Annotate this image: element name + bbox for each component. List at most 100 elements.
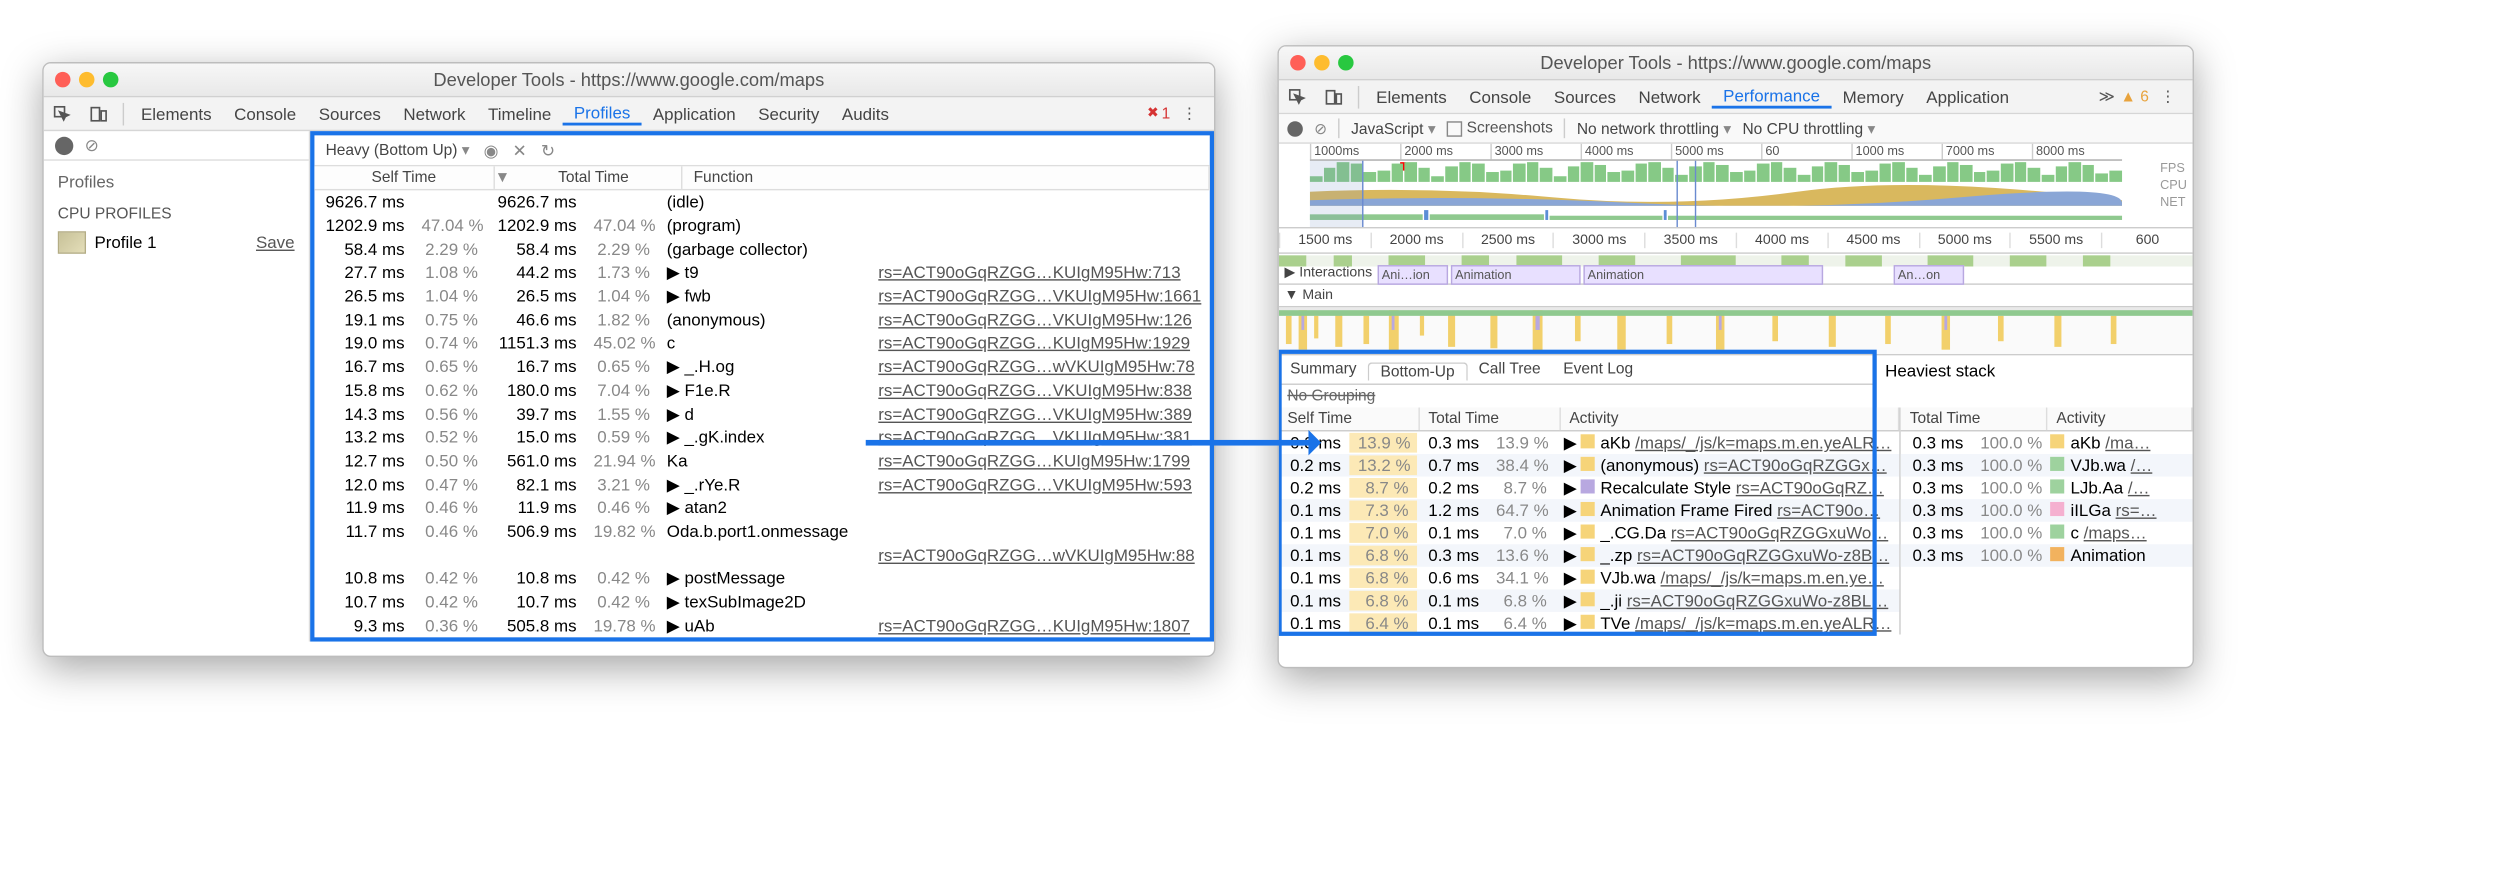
overview-selection-right[interactable] (1676, 161, 1696, 227)
table-row[interactable]: 12.7 ms0.50 %561.0 ms21.94 %Kars=ACT90oG… (314, 449, 1209, 473)
col-total-time[interactable]: Total Time (1901, 407, 2048, 430)
minimize-icon[interactable] (79, 72, 95, 88)
table-row[interactable]: 0.1 ms7.0 %0.1 ms7.0 %▶_.CG.Da rs=ACT90o… (1279, 522, 1900, 545)
clear-icon[interactable]: ⊘ (1314, 119, 1327, 137)
close-icon[interactable] (1290, 55, 1306, 71)
col-total-time[interactable]: Total Time (506, 166, 682, 189)
detail-tab-summary[interactable]: Summary (1279, 361, 1368, 378)
col-self-time[interactable]: Self Time (1279, 407, 1420, 430)
traffic-lights[interactable] (1290, 55, 1353, 71)
tab-console[interactable]: Console (1458, 87, 1543, 107)
maximize-icon[interactable] (1338, 55, 1354, 71)
device-mode-icon[interactable] (1316, 80, 1353, 112)
table-row[interactable]: 0.3 ms100.0 %LJb.Aa /… (1901, 477, 2192, 500)
tab-sources[interactable]: Sources (307, 104, 392, 124)
clear-icon[interactable]: ⊘ (85, 135, 99, 155)
tab-security[interactable]: Security (747, 104, 831, 124)
main-thread-label[interactable]: ▼ Main (1279, 285, 2193, 308)
cpu-throttle-select[interactable]: No CPU throttling (1742, 119, 1875, 137)
table-row[interactable]: 0.1 ms7.3 %1.2 ms64.7 %▶Animation Frame … (1279, 499, 1900, 522)
table-row[interactable]: 0.3 ms100.0 %VJb.wa /… (1901, 454, 2192, 477)
close-icon[interactable] (55, 72, 71, 88)
table-row[interactable]: 9626.7 ms9626.7 ms(idle) (314, 190, 1209, 214)
table-row[interactable]: 15.8 ms0.62 %180.0 ms7.04 %▶ F1e.Rrs=ACT… (314, 379, 1209, 403)
timeline-ruler[interactable]: 1500 ms2000 ms2500 ms3000 ms3500 ms4000 … (1279, 228, 2193, 253)
table-row[interactable]: 0.2 ms8.7 %0.2 ms8.7 %▶Recalculate Style… (1279, 477, 1900, 500)
detail-tab-event-log[interactable]: Event Log (1552, 361, 1644, 378)
table-row[interactable]: 0.3 ms13.9 %0.3 ms13.9 %▶aKb /maps/_/js/… (1279, 431, 1900, 454)
table-row[interactable]: 10.7 ms0.42 %10.7 ms0.42 %▶ texSubImage2… (314, 590, 1209, 614)
language-select[interactable]: JavaScript (1351, 119, 1436, 137)
view-mode-select[interactable]: Heavy (Bottom Up) (326, 141, 470, 159)
col-activity[interactable]: Activity (2048, 407, 2193, 430)
table-row[interactable]: 0.1 ms6.8 %0.3 ms13.6 %▶_.zp rs=ACT90oGq… (1279, 544, 1900, 567)
table-row[interactable]: 0.3 ms100.0 %iILGa rs=… (1901, 499, 2192, 522)
tab-sources[interactable]: Sources (1543, 87, 1628, 107)
tab-profiles[interactable]: Profiles (563, 102, 642, 125)
table-row[interactable]: 11.7 ms0.46 %506.9 ms19.82 %Oda.b.port1.… (314, 520, 1209, 544)
table-row[interactable]: 0.3 ms100.0 %aKb /ma… (1901, 431, 2192, 454)
table-row[interactable]: 11.9 ms0.46 %11.9 ms0.46 %▶ atan2 (314, 496, 1209, 520)
tab-elements[interactable]: Elements (1365, 87, 1458, 107)
warning-badge[interactable]: ▲ 6 (2121, 88, 2149, 105)
tab-application[interactable]: Application (1915, 87, 2020, 107)
table-row[interactable]: 0.3 ms100.0 %c /maps… (1901, 522, 2192, 545)
tab-audits[interactable]: Audits (831, 104, 901, 124)
grouping-select[interactable]: No Grouping (1279, 385, 1875, 408)
select-element-icon[interactable] (1279, 80, 1316, 112)
table-row[interactable]: 19.0 ms0.74 %1151.3 ms45.02 %crs=ACT90oG… (314, 332, 1209, 356)
more-icon[interactable]: ⋮ (1176, 104, 1203, 122)
device-mode-icon[interactable] (80, 97, 117, 129)
table-row[interactable]: 0.3 ms100.0 %Animation (1901, 544, 2192, 567)
tab-memory[interactable]: Memory (1831, 87, 1915, 107)
table-row[interactable]: 0.1 ms6.8 %0.1 ms6.8 %▶_.ji rs=ACT90oGqR… (1279, 589, 1900, 612)
tab-performance[interactable]: Performance (1712, 85, 1831, 108)
col-activity[interactable]: Activity (1561, 407, 1900, 430)
tab-network[interactable]: Network (392, 104, 477, 124)
tab-application[interactable]: Application (642, 104, 747, 124)
table-row[interactable]: 19.1 ms0.75 %46.6 ms1.82 %(anonymous)rs=… (314, 308, 1209, 332)
table-row[interactable]: 16.7 ms0.65 %16.7 ms0.65 %▶ _.H.ogrs=ACT… (314, 355, 1209, 379)
table-row[interactable]: 9.3 ms0.36 %505.8 ms19.78 %▶ uAbrs=ACT90… (314, 614, 1209, 638)
select-element-icon[interactable] (44, 97, 81, 129)
network-throttle-select[interactable]: No network throttling (1577, 119, 1731, 137)
col-total-time[interactable]: Total Time (1420, 407, 1561, 430)
record-icon[interactable] (55, 136, 73, 154)
table-row[interactable]: 12.0 ms0.47 %82.1 ms3.21 %▶ _.rYe.Rrs=AC… (314, 473, 1209, 497)
overview-selection-left[interactable] (1310, 161, 1364, 227)
tab-elements[interactable]: Elements (130, 104, 223, 124)
table-row[interactable]: 0.2 ms13.2 %0.7 ms38.4 %▶(anonymous) rs=… (1279, 454, 1900, 477)
close-icon[interactable]: ✕ (513, 140, 527, 160)
table-row[interactable]: 26.5 ms1.04 %26.5 ms1.04 %▶ fwbrs=ACT90o… (314, 284, 1209, 308)
more-icon[interactable]: ⋮ (2154, 87, 2181, 105)
table-row[interactable]: rs=ACT90oGqRZGG…wVKUIgM95Hw:88 (314, 543, 1209, 567)
detail-tab-call-tree[interactable]: Call Tree (1467, 361, 1552, 378)
maximize-icon[interactable] (103, 72, 119, 88)
col-self-time[interactable]: Self Time (314, 166, 494, 189)
table-row[interactable]: 1202.9 ms47.04 %1202.9 ms47.04 %(program… (314, 214, 1209, 238)
table-row[interactable]: 0.1 ms6.4 %0.1 ms6.4 %▶TVe /maps/_/js/k=… (1279, 612, 1900, 635)
tab-timeline[interactable]: Timeline (477, 104, 563, 124)
detail-tab-bottom-up[interactable]: Bottom-Up (1368, 362, 1468, 380)
refresh-icon[interactable]: ↻ (541, 140, 555, 160)
table-row[interactable]: 0.1 ms6.8 %0.6 ms34.1 %▶VJb.wa /maps/_/j… (1279, 567, 1900, 590)
minimize-icon[interactable] (1314, 55, 1330, 71)
traffic-lights[interactable] (55, 72, 118, 88)
screenshots-checkbox[interactable] (1447, 121, 1463, 137)
col-function[interactable]: Function (682, 166, 1209, 189)
table-row[interactable]: 14.3 ms0.56 %39.7 ms1.55 %▶ drs=ACT90oGq… (314, 402, 1209, 426)
tab-network[interactable]: Network (1627, 87, 1712, 107)
more-tabs-icon[interactable]: ≫ (2099, 87, 2115, 105)
flame-chart[interactable] (1279, 307, 2193, 355)
table-row[interactable]: 13.2 ms0.52 %15.0 ms0.59 %▶ _.gK.indexrs… (314, 426, 1209, 450)
table-row[interactable]: 10.8 ms0.42 %10.8 ms0.42 %▶ postMessage (314, 567, 1209, 591)
record-icon[interactable] (1287, 121, 1303, 137)
error-badge[interactable]: 1 (1147, 105, 1170, 122)
save-link[interactable]: Save (256, 233, 295, 253)
interactions-lane[interactable]: ▶ Interactions Ani…ion Animation Animati… (1279, 265, 2193, 285)
tab-console[interactable]: Console (223, 104, 308, 124)
table-row[interactable]: 58.4 ms2.29 %58.4 ms2.29 %(garbage colle… (314, 237, 1209, 261)
focus-icon[interactable]: ◉ (484, 140, 499, 160)
table-row[interactable]: 27.7 ms1.08 %44.2 ms1.73 %▶ t9rs=ACT90oG… (314, 261, 1209, 285)
overview-pane[interactable]: 1000ms2000 ms3000 ms4000 ms5000 ms601000… (1279, 144, 2193, 229)
